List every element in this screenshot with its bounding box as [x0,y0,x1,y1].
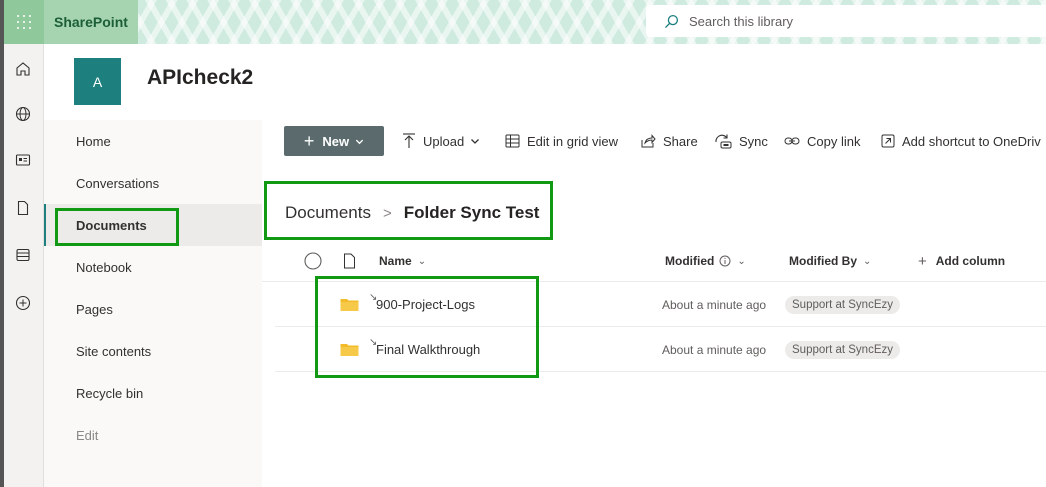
lists-icon[interactable] [14,246,32,264]
share-label: Share [663,133,698,149]
edit-in-grid-view-button[interactable]: Edit in grid view [505,120,618,162]
modified-by-pill[interactable]: Support at SyncEzy [785,295,900,314]
globe-icon[interactable] [14,105,32,123]
new-button-label: New [322,133,350,149]
copy-link-label: Copy link [807,133,861,149]
file-icon[interactable] [14,199,32,217]
app-launcher-button[interactable] [4,0,44,44]
item-modified: About a minute ago [662,342,767,357]
search-input[interactable]: Search this library [689,14,793,29]
item-modified: About a minute ago [662,297,767,312]
copy-link-button[interactable]: Copy link [784,120,860,162]
column-header-modified-by[interactable]: Modified By ⌄ [789,240,871,282]
top-suite-bar: SharePoint Search this library [4,0,1046,44]
nav-item-edit[interactable]: Edit [44,414,262,456]
edit-in-grid-view-label: Edit in grid view [527,133,619,149]
item-modified-by[interactable]: Support at SyncEzy [785,282,900,327]
chevron-down-icon [355,139,364,144]
chevron-down-icon: ⌄ [417,255,427,267]
app-bar [4,44,44,487]
nav-item-conversations[interactable]: Conversations [44,162,262,204]
highlight-box-folders [315,276,539,378]
share-icon [641,134,656,148]
highlight-box-documents-nav [55,208,179,246]
grid-icon [505,134,520,148]
sync-icon [715,134,732,149]
upload-icon [403,133,415,148]
modified-column-label: Modified [665,254,715,268]
add-column-button[interactable]: + Add column [918,240,1005,282]
chevron-down-icon: ⌄ [863,255,872,267]
share-button[interactable]: Share [641,120,698,162]
home-icon[interactable] [14,60,32,78]
chevron-down-icon [471,139,480,144]
circle-checkbox-icon [304,252,322,270]
create-plus-icon[interactable] [14,294,32,312]
search-icon [664,14,679,28]
site-title[interactable]: APIcheck2 [147,66,253,90]
command-bar: + New Upload Edit in grid view Share Syn… [262,120,1046,162]
new-button[interactable]: + New [284,126,384,156]
nav-item-pages[interactable]: Pages [44,288,262,330]
chevron-down-icon: ⌄ [737,255,746,267]
search-box[interactable]: Search this library [646,5,1046,37]
plus-icon: + [918,252,927,270]
sharepoint-brand-link[interactable]: SharePoint [44,0,138,44]
nav-item-home[interactable]: Home [44,120,262,162]
name-column-label: Name [379,254,412,268]
waffle-icon [17,15,31,29]
modified-by-column-label: Modified By [789,254,857,268]
modified-by-pill[interactable]: Support at SyncEzy [785,340,900,359]
sync-label: Sync [739,133,768,149]
file-type-icon [344,253,355,269]
add-shortcut-label: Add shortcut to OneDriv [902,133,1041,149]
sync-button[interactable]: Sync [714,120,768,162]
site-logo[interactable]: A [74,58,121,105]
add-column-label: Add column [935,254,1006,268]
highlight-box-breadcrumb [264,181,553,240]
nav-item-site-contents[interactable]: Site contents [44,330,262,372]
add-shortcut-button[interactable]: Add shortcut to OneDriv [881,120,1041,162]
upload-label: Upload [423,133,465,149]
column-header-modified[interactable]: Modified ⌄ [665,240,746,282]
link-icon [784,137,800,145]
left-navigation: Home Conversations Documents Notebook Pa… [44,120,262,487]
upload-button[interactable]: Upload [402,120,480,162]
news-icon[interactable] [14,151,32,169]
shortcut-icon [881,134,895,148]
nav-item-notebook[interactable]: Notebook [44,246,262,288]
plus-icon: + [303,131,315,151]
nav-item-recycle-bin[interactable]: Recycle bin [44,372,262,414]
info-icon [719,255,731,267]
item-modified-by[interactable]: Support at SyncEzy [785,327,900,372]
